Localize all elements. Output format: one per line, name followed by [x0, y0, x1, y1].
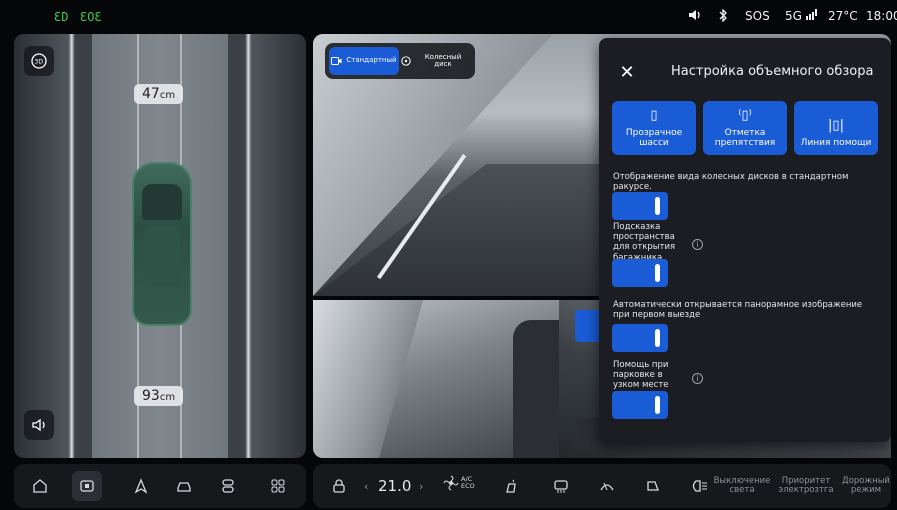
toggle-knob [655, 329, 660, 347]
status-bar: ƐD ƐOƐ SOS 5G 27°C 18:00 [0, 0, 897, 34]
tile-guide-line-label: Линия помощи [800, 138, 872, 149]
wheel-view-toggle[interactable] [612, 192, 668, 220]
rear-distance-value: 93 [142, 388, 160, 404]
right-wall [228, 34, 306, 458]
outside-temperature: 27°C [828, 9, 858, 23]
rear-distance-unit: cm [159, 392, 176, 403]
tile-obstacle-mark-label: Отметка препятствия [714, 128, 776, 149]
home-icon[interactable] [28, 474, 52, 498]
ac-eco-button[interactable]: A/C ECO [443, 475, 475, 491]
tile-obstacle-mark[interactable]: ⁽▯⁾ Отметка препятствия [703, 101, 787, 155]
panel-title: Настройка объемного обзора [671, 64, 874, 79]
mirror-fold-icon[interactable] [641, 474, 665, 498]
parking-light-indicator-icon: ƐOƐ [80, 10, 102, 24]
parking-sound-button[interactable] [24, 410, 54, 440]
eco-label: ECO [461, 482, 475, 490]
signal-icon [805, 9, 817, 20]
car-roof [144, 226, 180, 286]
vehicle-icon[interactable] [172, 474, 196, 498]
vehicle-model [132, 162, 192, 326]
headlight-off-icon[interactable] [687, 474, 711, 498]
cabin-temperature: 21.0 [378, 477, 412, 495]
standard-view-button[interactable]: Стандартный [329, 47, 399, 75]
info-icon[interactable]: i [692, 373, 703, 384]
front-distance-unit: cm [159, 90, 176, 101]
rear-defrost-icon[interactable] [549, 474, 573, 498]
rotate-3d-icon: 3D [31, 53, 47, 69]
wheel-icon [401, 56, 411, 66]
side-camera-view[interactable] [313, 300, 559, 458]
energy-priority-button[interactable]: Приоритет электрозтга [777, 476, 835, 496]
temperature-down-button[interactable]: ‹ [364, 480, 368, 493]
toggle-knob [655, 197, 660, 215]
narrow-parking-label: Помощь при парковке в узком месте [613, 360, 669, 391]
apps-grid-icon[interactable] [266, 474, 290, 498]
network-label: 5G [785, 9, 802, 23]
tile-guide-line[interactable]: |▯| Линия помощи [794, 101, 878, 155]
bluetooth-icon[interactable] [718, 8, 728, 25]
guide-line-icon: |▯| [828, 117, 844, 133]
temperature-up-button[interactable]: › [419, 480, 423, 493]
speaker-icon [32, 418, 45, 432]
lights-off-button[interactable]: Выключение света [713, 476, 771, 496]
surround-view-icon[interactable] [72, 471, 102, 501]
side-wall [313, 300, 423, 458]
3d-view-button[interactable]: 3D [24, 46, 54, 76]
climate-bar: ‹ 21.0 › A/C ECO Выключение света Приори… [313, 464, 891, 508]
auto-open-description: Автоматически открывается панорамное изо… [613, 300, 863, 321]
app-dock [14, 464, 306, 508]
wiper-icon[interactable] [595, 474, 619, 498]
trunk-space-hint-toggle[interactable] [612, 259, 668, 287]
headlight-indicator-icon: ƐD [54, 10, 69, 24]
rear-distance-label: 93cm [134, 386, 184, 406]
sos-button[interactable]: SOS [745, 9, 770, 23]
standard-view-label: Стандартный [346, 56, 397, 65]
view-mode-toggle: Стандартный Колесный диск [325, 43, 475, 79]
close-icon[interactable]: ✕ [613, 58, 641, 86]
navigation-icon[interactable] [129, 474, 153, 498]
obstacle-mark-icon: ⁽▯⁾ [738, 107, 752, 123]
wheel-view-description: Отображение вида колесных дисков в станд… [613, 172, 849, 193]
road-mode-button[interactable]: Дорожный режим [841, 476, 891, 496]
trunk-space-hint-label: Подсказка пространства для открытия бага… [613, 222, 676, 263]
seat-heating-icon[interactable] [499, 474, 523, 498]
auto-open-toggle[interactable] [612, 324, 668, 352]
fan-icon [443, 475, 459, 491]
camera-icon [331, 57, 342, 65]
settings-toggle-icon[interactable] [216, 474, 240, 498]
wheel-view-label: Колесный диск [424, 52, 462, 68]
toggle-knob [655, 264, 660, 282]
windshield [142, 184, 182, 220]
network-indicator: 5G [785, 9, 818, 23]
toggle-knob [655, 396, 660, 414]
surround-view-settings-panel: ✕ Настройка объемного обзора ▯ Прозрачно… [599, 38, 891, 442]
tile-transparent-chassis-label: Прозрачное шасси [625, 128, 683, 149]
side-vehicle [513, 320, 559, 458]
volume-icon[interactable] [688, 9, 702, 24]
clock: 18:00 [866, 9, 897, 23]
transparent-chassis-icon: ▯ [650, 107, 658, 123]
wheel-view-button[interactable]: Колесный диск [401, 47, 471, 75]
tile-transparent-chassis[interactable]: ▯ Прозрачное шасси [612, 101, 696, 155]
left-wall [14, 34, 92, 458]
info-icon[interactable]: i [692, 239, 703, 250]
front-distance-value: 47 [142, 86, 160, 102]
birdseye-camera-view[interactable]: 47cm 93cm 3D [14, 34, 306, 458]
narrow-parking-toggle[interactable] [612, 391, 668, 419]
front-distance-label: 47cm [134, 84, 184, 104]
svg-text:3D: 3D [35, 59, 44, 66]
lock-icon[interactable] [327, 474, 351, 498]
